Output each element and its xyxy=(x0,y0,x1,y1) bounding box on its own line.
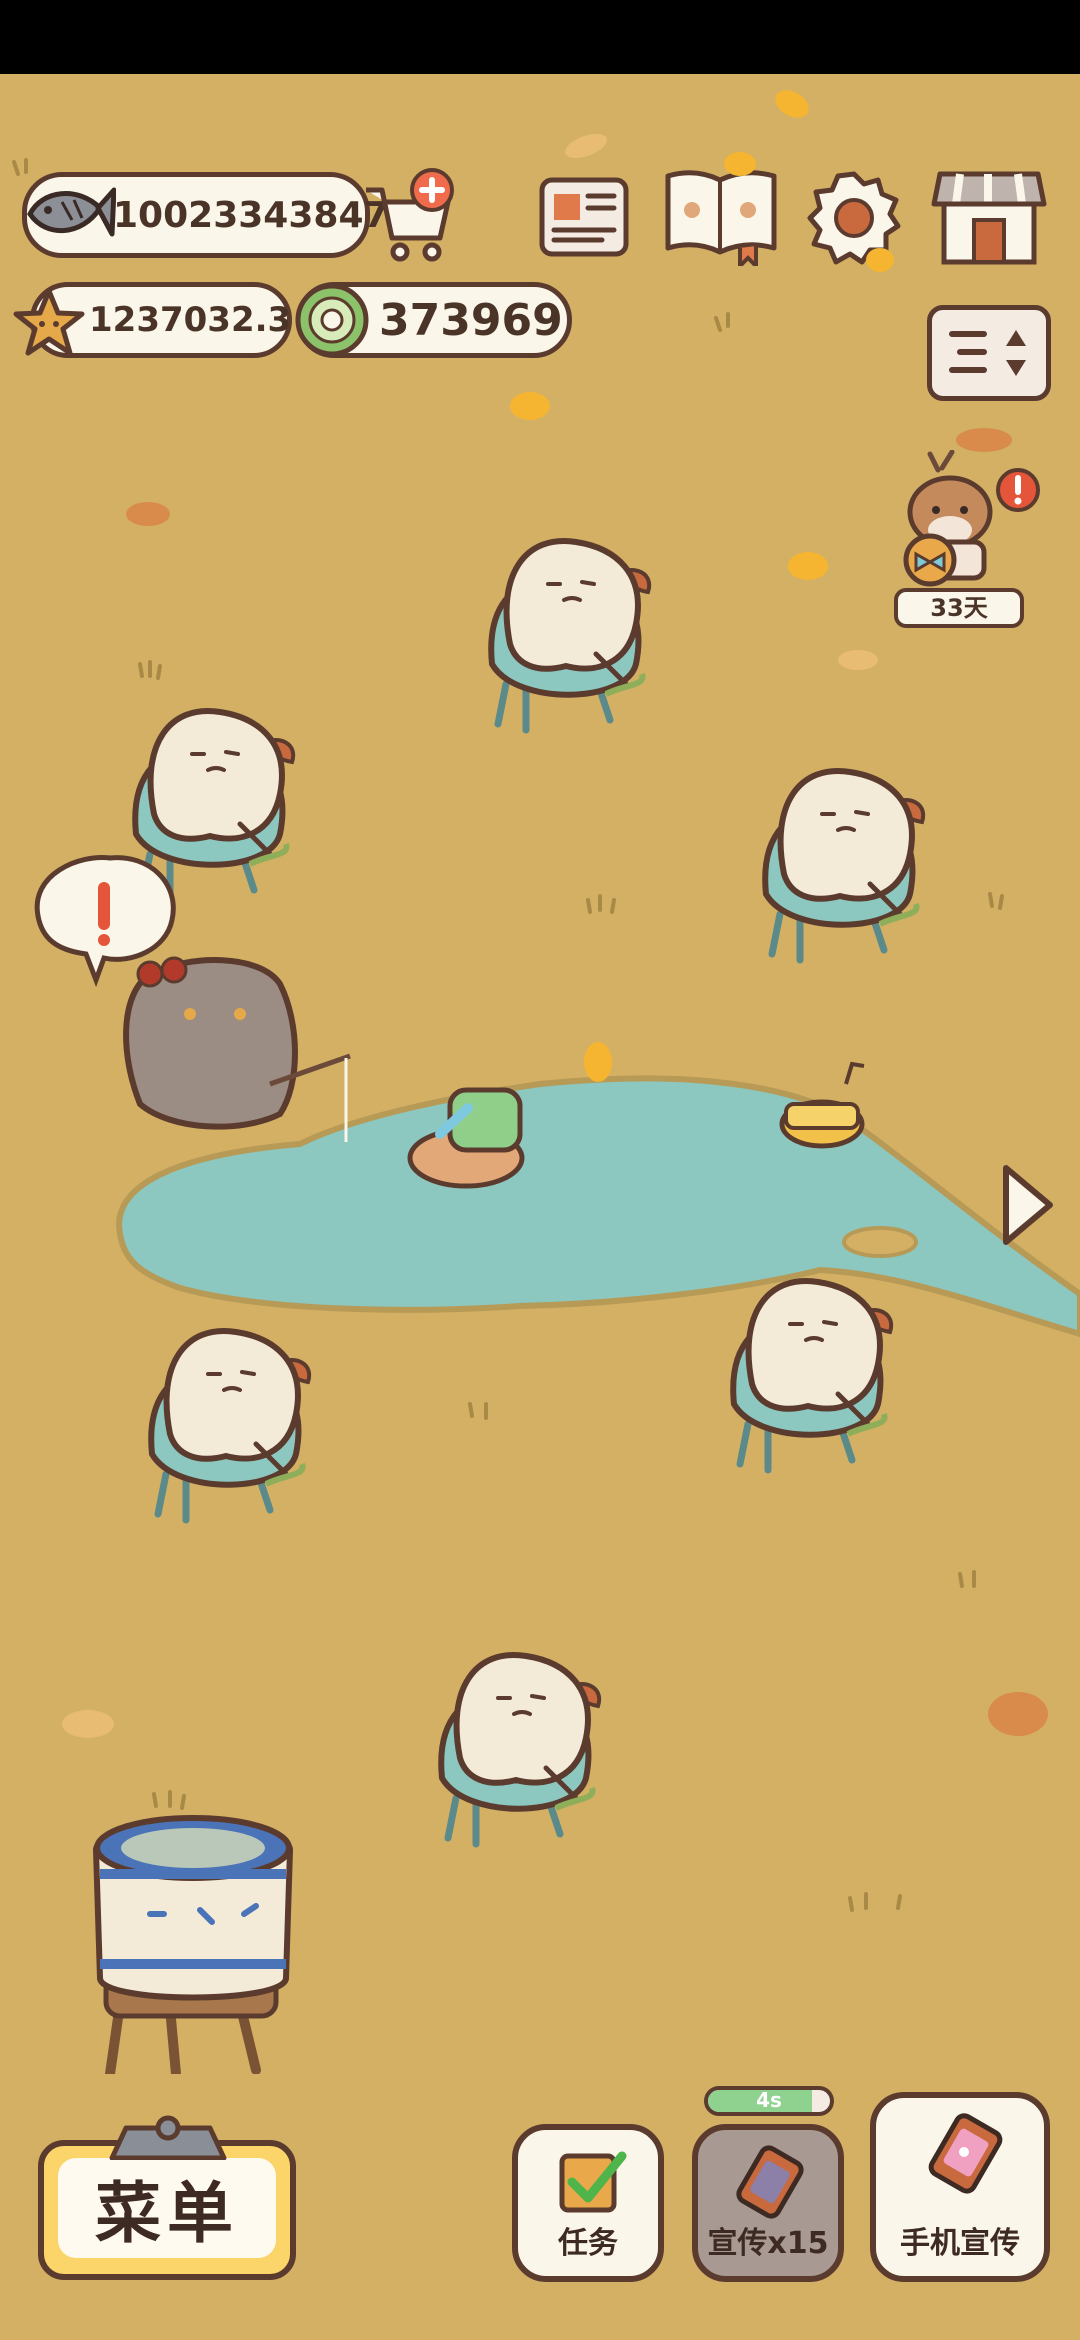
promo-cooldown-bar: 4s xyxy=(704,2086,834,2116)
chair-statue-3 xyxy=(765,771,923,960)
menu-button[interactable]: 菜单 xyxy=(38,2140,296,2280)
next-area-arrow-icon[interactable] xyxy=(996,1160,1058,1250)
chair-statue-4 xyxy=(151,1331,309,1520)
status-bar xyxy=(0,0,1080,74)
task-checkbox-icon xyxy=(559,2151,627,2213)
chair-statue-1 xyxy=(491,541,649,730)
promo-button[interactable]: 宣传x15 xyxy=(692,2124,844,2282)
fishing-cat[interactable] xyxy=(123,956,351,1142)
task-button-label: 任务 xyxy=(558,2226,618,2261)
phone-promo-button[interactable]: 手机宣传 xyxy=(870,2092,1050,2282)
porcelain-pot[interactable] xyxy=(92,1815,294,2074)
task-button[interactable]: 任务 xyxy=(512,2124,664,2282)
golden-pot[interactable] xyxy=(779,1061,865,1149)
chair-statue-6 xyxy=(441,1655,599,1844)
phone-promo-icon xyxy=(736,2145,804,2219)
phone-promo-icon xyxy=(928,2113,1003,2194)
menu-button-label: 菜单 xyxy=(58,2158,276,2258)
phone-promo-button-label: 手机宣传 xyxy=(900,2226,1020,2261)
game-world xyxy=(12,90,1080,2074)
promo-cooldown-text: 4s xyxy=(756,2088,782,2112)
clipboard-clip-icon xyxy=(109,2115,227,2160)
promo-button-label: 宣传x15 xyxy=(707,2226,829,2261)
chair-statue-5 xyxy=(733,1281,891,1470)
